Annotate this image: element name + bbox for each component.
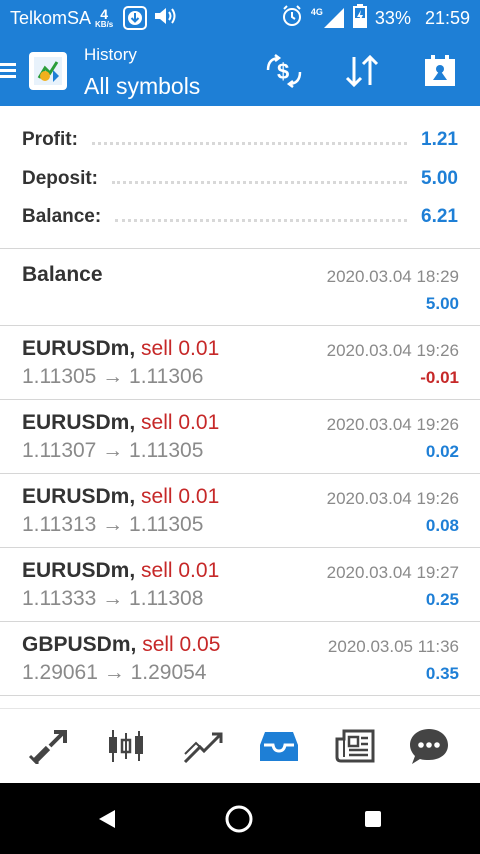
summary-deposit: Deposit: 5.00 (22, 160, 458, 198)
chart-icon[interactable] (101, 721, 151, 771)
row-profit: 0.02 (425, 442, 459, 461)
home-icon[interactable] (221, 801, 257, 837)
summary-value: 6.21 (421, 206, 458, 227)
trade-action: sell 0.01 (141, 337, 220, 360)
trade-icon[interactable] (178, 721, 228, 771)
row-time: 2020.03.04 19:27 (326, 563, 459, 582)
quotes-icon[interactable] (24, 721, 74, 771)
trade-symbol: EURUSDm, sell 0.01 (22, 559, 219, 583)
row-time: 2020.03.05 11:36 (327, 637, 459, 656)
trade-symbol: EURUSDm, sell 0.01 (22, 485, 219, 509)
symbol-name: EURUSDm, (22, 485, 136, 508)
trade-symbol: EURUSDm, sell 0.01 (22, 337, 219, 361)
clock: 21:59 (424, 7, 470, 28)
history-icon[interactable] (254, 721, 304, 771)
trade-prices: 1.29061 → 1.29054 (22, 661, 207, 684)
speed-value: 4 (100, 6, 109, 22)
summary-value: 1.21 (421, 129, 458, 150)
page-subtitle: History (84, 45, 137, 64)
row-profit: 0.35 (425, 664, 459, 683)
app-bar: History All symbols $ (0, 36, 480, 106)
menu-icon[interactable] (0, 63, 16, 79)
trade-row[interactable]: EURUSDm, sell 0.01 1.11313 → 1.11305 202… (0, 473, 480, 547)
leader-dots (112, 180, 408, 184)
divider (0, 695, 480, 696)
alarm-icon (281, 4, 303, 32)
battery-icon (352, 3, 367, 33)
battery-percent: 33% (374, 7, 411, 28)
trade-prices: 1.11313 → 1.11305 (22, 513, 204, 536)
trade-action: sell 0.01 (141, 485, 220, 508)
summary-balance: Balance: 6.21 (22, 198, 458, 236)
summary-label: Profit: (22, 129, 78, 150)
balance-label: Balance (22, 263, 103, 286)
row-time: 2020.03.04 19:26 (326, 415, 459, 434)
leader-dots (115, 218, 408, 222)
account-summary: Profit: 1.21 Deposit: 5.00 Balance: 6.21 (0, 120, 480, 248)
trade-action: sell 0.01 (141, 559, 220, 582)
divider (0, 248, 480, 249)
sort-icon[interactable] (342, 53, 382, 89)
trade-action: sell 0.01 (141, 411, 220, 434)
summary-profit: Profit: 1.21 (22, 121, 458, 159)
row-time: 2020.03.04 18:29 (326, 267, 459, 286)
trade-prices: 1.11333 → 1.11308 (22, 587, 204, 610)
recents-icon[interactable] (355, 801, 391, 837)
row-profit: 0.25 (425, 590, 459, 609)
leader-dots (91, 141, 408, 145)
network-speed: 4 KB/s (95, 7, 113, 29)
row-time: 2020.03.04 19:26 (326, 341, 459, 360)
row-time: 2020.03.04 19:26 (326, 489, 459, 508)
summary-value: 5.00 (421, 168, 458, 189)
balance-row[interactable]: Balance 2020.03.04 18:29 5.00 (0, 251, 480, 325)
trade-prices: 1.11305 → 1.11306 (22, 365, 204, 388)
status-bar: TelkomSA 4 KB/s 4G 33% 21:59 (0, 0, 480, 36)
svg-text:$: $ (277, 59, 289, 84)
trade-row[interactable]: GBPUSDm, sell 0.05 1.29061 → 1.29054 202… (0, 621, 480, 695)
summary-label: Balance: (22, 206, 102, 227)
page-title[interactable]: All symbols (84, 73, 200, 100)
row-profit: 0.08 (425, 516, 459, 535)
symbol-name: EURUSDm, (22, 337, 136, 360)
back-icon[interactable] (89, 801, 125, 837)
row-amount: 5.00 (425, 294, 459, 313)
trade-row[interactable]: EURUSDm, sell 0.01 1.11333 → 1.11308 202… (0, 547, 480, 621)
symbol-name: GBPUSDm, (22, 633, 137, 656)
row-profit: -0.01 (420, 368, 459, 387)
carrier-name: TelkomSA (10, 7, 92, 28)
trade-prices: 1.11307 → 1.11305 (22, 439, 204, 462)
signal-icon: 4G (311, 7, 345, 29)
volume-icon (153, 5, 179, 32)
summary-label: Deposit: (22, 168, 98, 189)
speed-unit: KB/s (95, 20, 114, 29)
download-icon (123, 6, 148, 30)
trade-row[interactable]: EURUSDm, sell 0.01 1.11305 → 1.11306 202… (0, 325, 480, 399)
trade-row[interactable]: EURUSDm, sell 0.01 1.11307 → 1.11305 202… (0, 399, 480, 473)
news-icon[interactable] (330, 721, 380, 771)
symbol-name: EURUSDm, (22, 559, 136, 582)
app-logo[interactable] (29, 52, 67, 90)
calendar-icon[interactable] (420, 53, 460, 89)
trade-symbol: GBPUSDm, sell 0.05 (22, 633, 220, 657)
exchange-currency-icon[interactable]: $ (264, 53, 304, 89)
symbol-name: EURUSDm, (22, 411, 136, 434)
chat-icon[interactable] (404, 721, 454, 771)
trade-action: sell 0.05 (142, 633, 221, 656)
trade-symbol: EURUSDm, sell 0.01 (22, 411, 219, 435)
system-nav-bar (0, 783, 480, 854)
bottom-tab-bar (0, 708, 480, 783)
